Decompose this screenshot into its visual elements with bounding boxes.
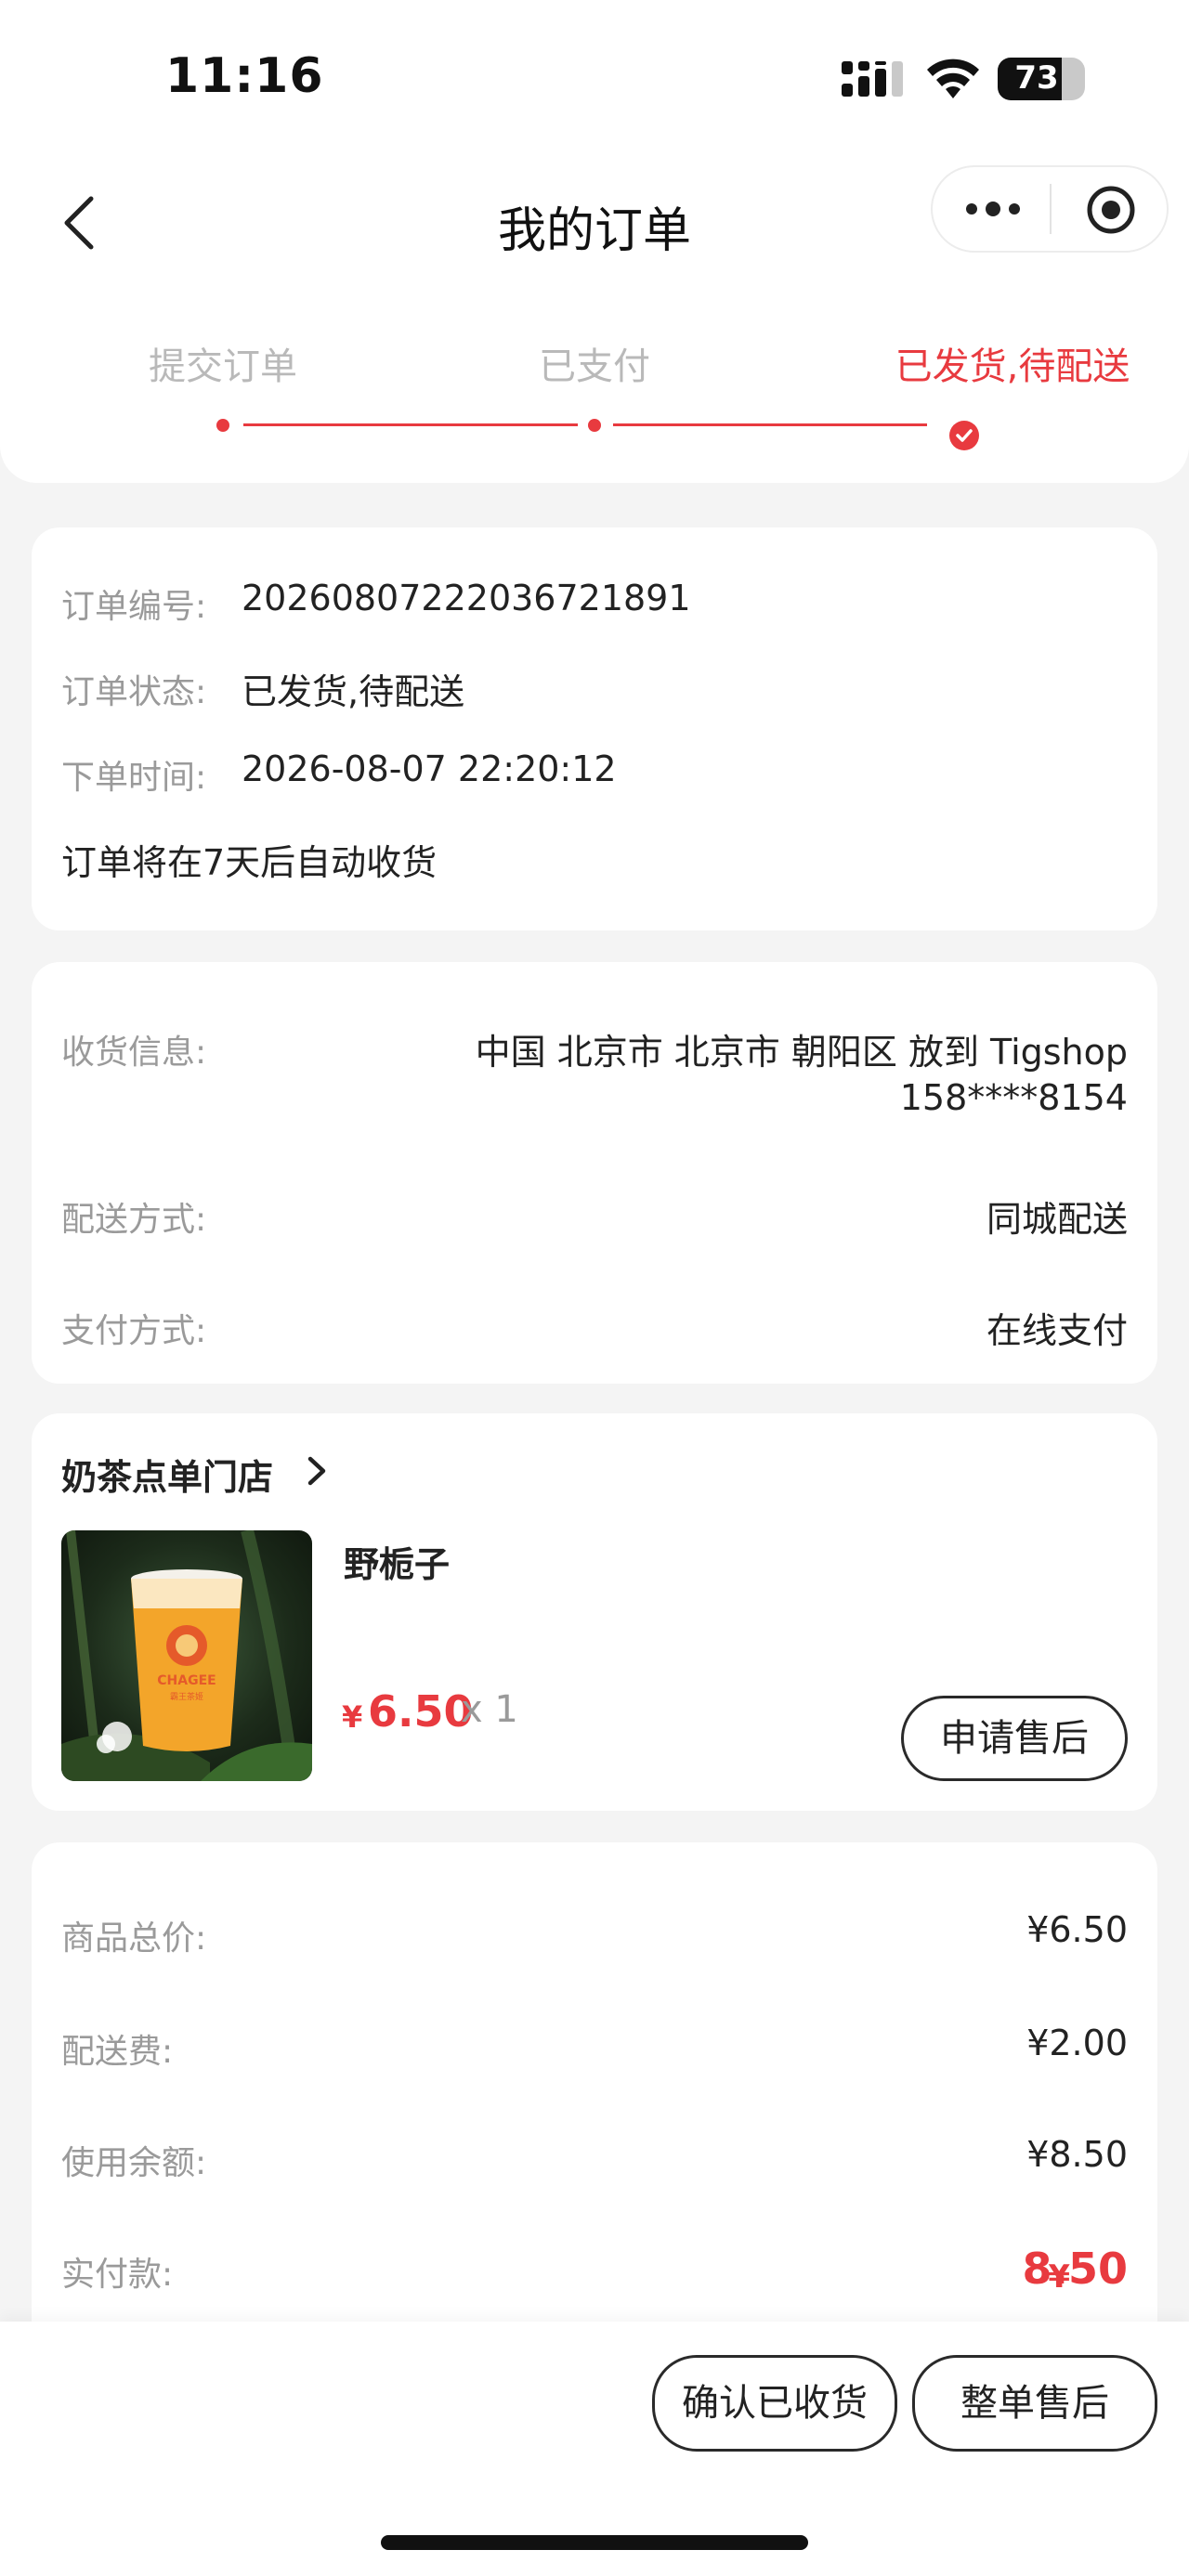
wifi-icon	[927, 59, 979, 98]
shipping-fee-label: 配送费:	[61, 2033, 174, 2071]
check-icon	[949, 421, 979, 450]
phone: 158****8154	[899, 1077, 1128, 1118]
step-shipped: 已发货,待配送	[895, 345, 1130, 388]
step-dot-1	[216, 419, 229, 432]
capsule-divider	[1050, 184, 1052, 234]
paid-amount: 8.50	[1022, 2244, 1129, 2294]
signal-icon	[842, 61, 903, 97]
home-indicator	[381, 2535, 808, 2550]
delivery-method-label: 配送方式:	[61, 1201, 207, 1239]
battery-level: 73	[1014, 59, 1059, 97]
product-quantity: x 1	[461, 1688, 518, 1731]
battery-nub	[1079, 71, 1085, 87]
step-paid: 已支付	[539, 345, 650, 388]
step-line-1	[243, 423, 578, 426]
step-submit-order: 提交订单	[149, 345, 297, 388]
order-status: 已发货,待配送	[242, 671, 465, 712]
address-label: 收货信息:	[61, 1034, 207, 1072]
address: 中国 北京市 北京市 朝阳区 放到 Tigshop	[475, 1032, 1128, 1073]
balance-used: ¥8.50	[1026, 2134, 1128, 2175]
paid-amount-label: 实付款:	[61, 2256, 174, 2294]
battery-icon: 73	[998, 58, 1085, 100]
payment-method: 在线支付	[986, 1310, 1128, 1351]
shipping-fee: ¥2.00	[1026, 2023, 1128, 2063]
order-status-label: 订单状态:	[61, 673, 207, 711]
delivery-method: 同城配送	[986, 1199, 1128, 1240]
order-number-label: 订单编号:	[61, 588, 207, 626]
balance-used-label: 使用余额:	[61, 2144, 207, 2182]
payment-method-label: 支付方式:	[61, 1312, 207, 1350]
auto-receive-note: 订单将在7天后自动收货	[61, 842, 438, 883]
whole-after-sale-button[interactable]: 整单售后	[912, 2355, 1157, 2452]
store-name[interactable]: 奶茶点单门店	[61, 1449, 273, 1500]
step-line-2	[613, 423, 927, 426]
more-icon[interactable]	[964, 197, 1022, 221]
product-photo: CHAGEE 霸王茶姬	[61, 1530, 312, 1781]
product-image[interactable]: CHAGEE 霸王茶姬	[61, 1530, 312, 1781]
price-currency: ¥	[342, 1699, 363, 1735]
chevron-right-icon[interactable]	[305, 1454, 329, 1488]
order-time-label: 下单时间:	[61, 759, 207, 797]
goods-total-label: 商品总价:	[61, 1919, 207, 1958]
product-image-brand: CHAGEE	[157, 1673, 216, 1688]
after-sale-button[interactable]: 申请售后	[901, 1696, 1128, 1781]
target-icon[interactable]	[1085, 184, 1137, 236]
product-image-sub: 霸王茶姬	[170, 1691, 203, 1702]
product-price: 6.50	[368, 1686, 474, 1737]
order-number: 20260807222036721891	[242, 578, 691, 618]
status-time: 11:16	[165, 48, 324, 104]
product-name: 野栀子	[344, 1544, 451, 1585]
step-dot-2	[588, 419, 601, 432]
order-time: 2026-08-07 22:20:12	[242, 748, 617, 789]
goods-total: ¥6.50	[1026, 1909, 1128, 1950]
confirm-receipt-button[interactable]: 确认已收货	[652, 2355, 897, 2452]
